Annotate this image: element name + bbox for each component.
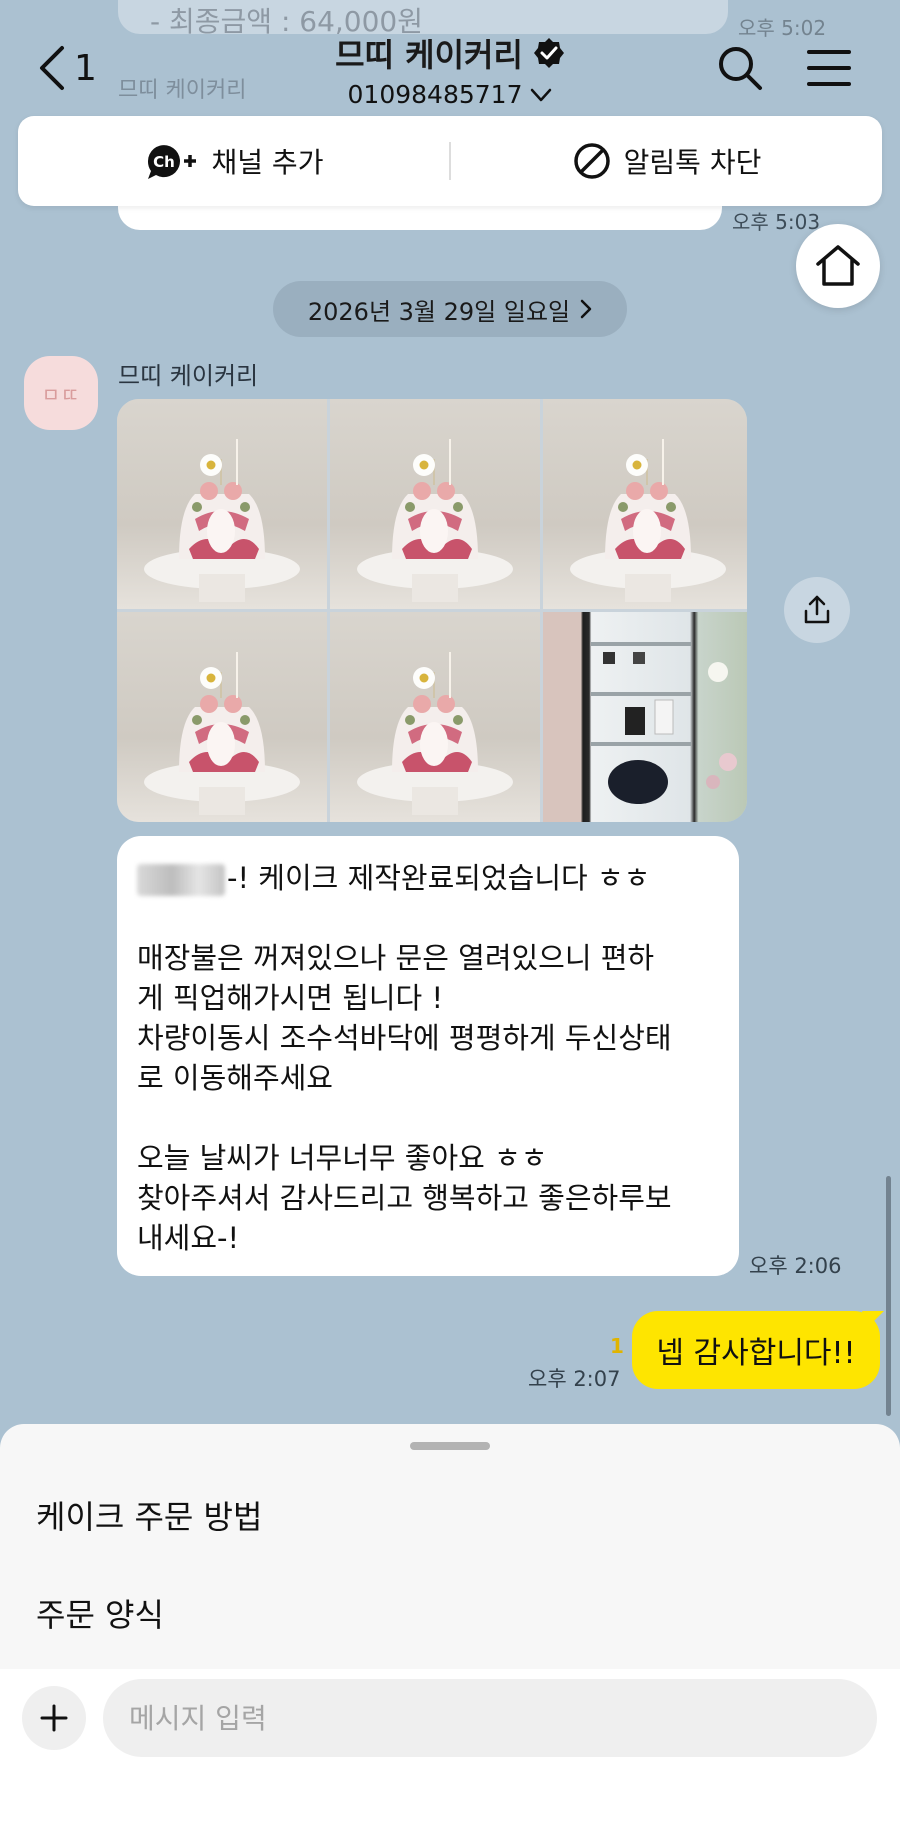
cake-illustration bbox=[144, 652, 300, 815]
cake-illustration bbox=[357, 652, 513, 815]
message-input-area bbox=[0, 1669, 900, 1847]
avatar[interactable]: ㅁㄸ bbox=[24, 356, 98, 430]
sent-message-text: 넵 감사합니다!! bbox=[656, 1336, 856, 1371]
home-icon bbox=[816, 245, 860, 286]
received-message-time: 오후 2:06 bbox=[749, 1254, 842, 1278]
message-input[interactable] bbox=[103, 1679, 877, 1757]
share-button[interactable] bbox=[784, 577, 850, 643]
date-divider[interactable]: 2026년 3월 29일 일요일 bbox=[273, 281, 627, 337]
chevron-right-icon bbox=[580, 299, 592, 319]
menu-item-cake-order-guide[interactable]: 케이크 주문 방법 bbox=[36, 1492, 262, 1538]
message-line: 매장불은 꺼져있으나 문은 열려있으니 편하 bbox=[137, 941, 655, 975]
message-line: 오늘 날씨가 너무너무 좋아요 ㅎㅎ bbox=[137, 1141, 548, 1175]
unread-count: 1 bbox=[610, 1334, 624, 1358]
channel-add-icon: Ch bbox=[147, 145, 196, 179]
phone-selector[interactable]: 01098485717 bbox=[0, 80, 900, 109]
attach-button[interactable] bbox=[22, 1686, 86, 1750]
block-icon bbox=[573, 143, 610, 179]
plus-icon bbox=[40, 1704, 68, 1732]
cake-illustration bbox=[570, 439, 726, 602]
cake-illustration bbox=[144, 439, 300, 602]
sent-message-bubble[interactable]: 넵 감사합니다!! bbox=[632, 1311, 880, 1389]
message-line: 찾아주셔서 감사드리고 행복하고 좋은하루보 bbox=[137, 1181, 672, 1215]
phone-number: 01098485717 bbox=[347, 80, 523, 109]
message-line: -! 케이크 제작완료되었습니다 ㅎㅎ bbox=[137, 858, 719, 898]
cake-photo[interactable] bbox=[330, 399, 540, 609]
sheet-handle[interactable] bbox=[410, 1442, 490, 1450]
cake-photo[interactable] bbox=[543, 399, 747, 609]
message-line: 게 픽업해가시면 됩니다 ! bbox=[137, 981, 444, 1015]
add-channel-button[interactable]: Ch 채널 추가 bbox=[18, 141, 449, 181]
add-channel-label: 채널 추가 bbox=[211, 146, 324, 179]
message-line: 차량이동시 조수석바닥에 평평하게 두신상태 bbox=[137, 1021, 672, 1055]
cake-illustration bbox=[357, 439, 513, 602]
cake-photo[interactable] bbox=[330, 612, 540, 822]
sender-name: 므띠 케이커리 bbox=[118, 362, 259, 390]
search-icon[interactable] bbox=[716, 44, 764, 92]
previous-message-time: 오후 5:03 bbox=[732, 210, 821, 234]
cake-photo[interactable] bbox=[117, 399, 327, 609]
cake-photo[interactable] bbox=[117, 612, 327, 822]
share-icon bbox=[804, 595, 830, 624]
message-line bbox=[137, 898, 719, 938]
message-first-line: -! 케이크 제작완료되었습니다 ㅎㅎ bbox=[227, 861, 651, 895]
block-alert-label: 알림톡 차단 bbox=[623, 146, 762, 179]
message-line bbox=[137, 1098, 719, 1138]
photo-grid[interactable] bbox=[117, 399, 747, 822]
menu-item-order-form[interactable]: 주문 양식 bbox=[36, 1590, 164, 1636]
message-line: 내세요-! bbox=[137, 1221, 240, 1255]
fridge-illustration bbox=[591, 642, 737, 804]
date-label: 2026년 3월 29일 일요일 bbox=[307, 297, 571, 326]
home-button[interactable] bbox=[796, 224, 880, 308]
fridge-photo[interactable] bbox=[543, 612, 747, 822]
avatar-logo: ㅁㄸ bbox=[41, 382, 81, 407]
chat-header: 므띠 케이커리 01098485717 bbox=[0, 30, 900, 109]
verified-badge-icon bbox=[533, 38, 564, 68]
scrollbar[interactable] bbox=[886, 1176, 891, 1416]
channel-action-bar: Ch 채널 추가 알림톡 차단 bbox=[18, 116, 882, 206]
chat-title: 므띠 케이커리 bbox=[335, 36, 523, 74]
sent-message-time: 오후 2:07 bbox=[528, 1367, 621, 1391]
message-line: 로 이동해주세요 bbox=[137, 1061, 333, 1095]
svg-text:Ch: Ch bbox=[153, 153, 175, 171]
received-message-bubble[interactable]: -! 케이크 제작완료되었습니다 ㅎㅎ 매장불은 꺼져있으나 문은 열려있으니 … bbox=[117, 836, 739, 1276]
menu-icon[interactable] bbox=[805, 44, 853, 92]
blurred-customer-name bbox=[137, 864, 225, 896]
block-alert-button[interactable]: 알림톡 차단 bbox=[451, 141, 882, 181]
bubble-tail bbox=[862, 1311, 884, 1327]
chevron-down-icon bbox=[531, 88, 552, 101]
chat-menu-sheet: 케이크 주문 방법 주문 양식 bbox=[0, 1424, 900, 1669]
